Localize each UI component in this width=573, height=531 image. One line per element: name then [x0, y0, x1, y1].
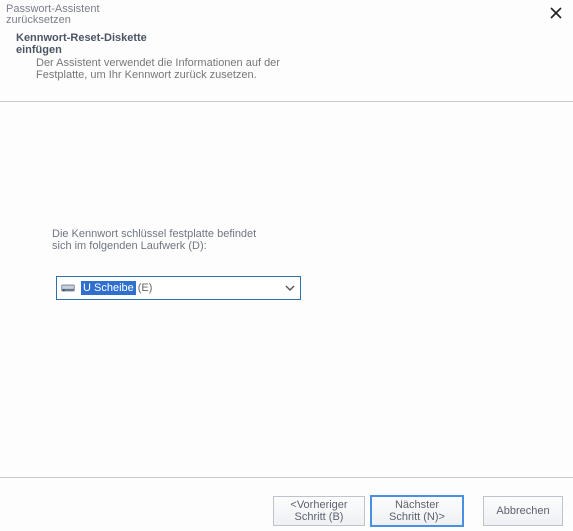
drive-select-suffix: (E): [138, 282, 153, 294]
cancel-button-label: Abbrechen: [496, 505, 549, 517]
next-button[interactable]: Nächster Schritt (N)>: [371, 496, 463, 526]
drive-select-value: U Scheibe (E): [81, 281, 152, 295]
back-button-label: <Vorheriger Schritt (B): [280, 499, 358, 523]
close-icon: [549, 6, 563, 20]
wizard-header: Kennwort-Reset-Diskette einfügen Der Ass…: [0, 28, 573, 102]
drive-select-highlight: U Scheibe: [81, 281, 136, 295]
close-button[interactable]: [545, 4, 567, 22]
next-button-label: Nächster Schritt (N)>: [378, 499, 456, 523]
wizard-footer: <Vorheriger Schritt (B) Nächster Schritt…: [0, 477, 573, 531]
titlebar: Passwort-Assistent zurücksetzen: [0, 0, 573, 28]
wizard-header-subtitle: Der Assistent verwendet die Informatione…: [36, 57, 286, 81]
drive-select[interactable]: U Scheibe (E): [56, 276, 301, 300]
drive-prompt-label: Die Kennwort schlüssel festplatte befind…: [52, 228, 272, 252]
back-button[interactable]: <Vorheriger Schritt (B): [273, 496, 365, 526]
wizard-body: Die Kennwort schlüssel festplatte befind…: [0, 102, 573, 462]
window-title: Passwort-Assistent zurücksetzen: [6, 4, 116, 26]
drive-icon: [61, 283, 75, 293]
cancel-button[interactable]: Abbrechen: [483, 496, 563, 526]
wizard-header-title: Kennwort-Reset-Diskette einfügen: [16, 32, 156, 56]
chevron-down-icon: [284, 282, 296, 294]
